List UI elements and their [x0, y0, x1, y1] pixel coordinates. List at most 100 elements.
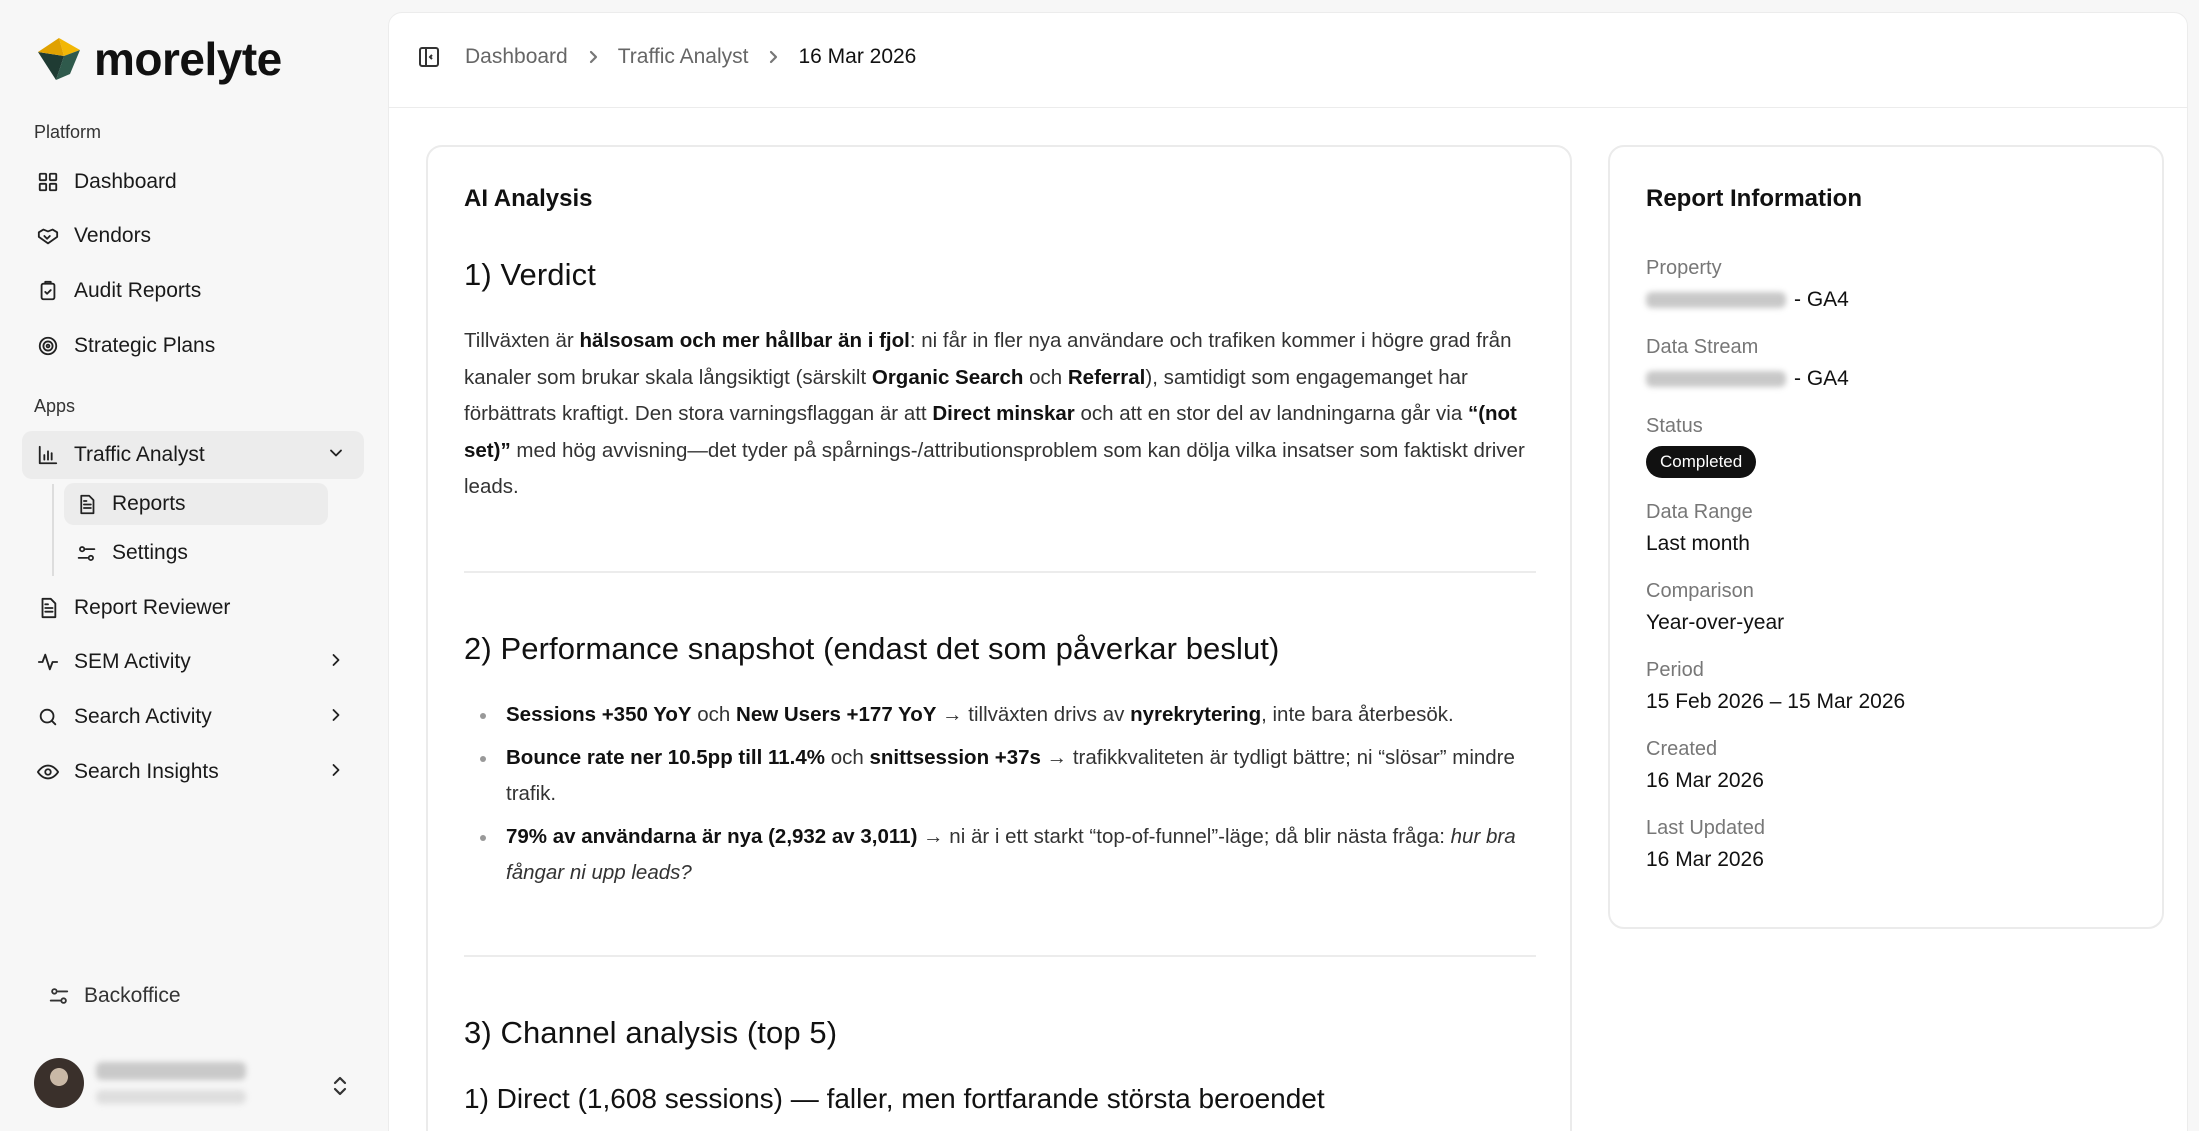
- breadcrumb: Dashboard Traffic Analyst 16 Mar 2026: [417, 45, 916, 69]
- search-icon: [36, 705, 60, 729]
- status-label: Status: [1646, 415, 1703, 437]
- breadcrumb-dashboard[interactable]: Dashboard: [465, 45, 568, 69]
- logo-text: morelyte: [94, 33, 282, 85]
- sidebar-item-search-insights[interactable]: Search Insights: [22, 748, 364, 796]
- period-field: Period 15 Feb 2026 – 15 Mar 2026: [1646, 659, 1905, 714]
- sidebar-subitem-label: Reports: [112, 492, 186, 515]
- ai-analysis-title: AI Analysis: [464, 185, 593, 212]
- platform-group-label: Platform: [34, 122, 102, 142]
- data-stream-label: Data Stream: [1646, 336, 1759, 358]
- activity-icon: [36, 650, 60, 674]
- created-label: Created: [1646, 738, 1718, 760]
- report-information-card: Report Information Property - GA4 Data S…: [1608, 145, 2164, 929]
- breadcrumb-current: 16 Mar 2026: [798, 45, 917, 68]
- created-value: 16 Mar 2026: [1646, 769, 1764, 792]
- sidebar-item-sem-activity[interactable]: SEM Activity: [22, 638, 364, 686]
- comparison-field: Comparison Year-over-year: [1646, 580, 1784, 635]
- sliders-icon: [49, 988, 69, 1004]
- document-icon: [74, 492, 98, 516]
- data-range-label: Data Range: [1646, 501, 1753, 523]
- chevron-right-icon: [586, 50, 600, 64]
- grid-icon: [36, 170, 60, 194]
- sidebar-item-label: Search Activity: [74, 705, 212, 728]
- backoffice-link[interactable]: Backoffice: [48, 984, 181, 1008]
- property-label: Property: [1646, 257, 1722, 279]
- chevron-right-icon[interactable]: [326, 760, 350, 784]
- list-item: Sessions +350 YoY och New Users +177 YoY…: [464, 697, 1544, 734]
- user-menu[interactable]: [34, 1058, 246, 1108]
- chevrons-up-down-icon[interactable]: [330, 1074, 350, 1103]
- chevron-right-icon: [766, 50, 780, 64]
- user-email-redacted: [96, 1090, 246, 1104]
- avatar: [34, 1058, 84, 1108]
- sidebar-item-label: Dashboard: [74, 170, 177, 193]
- redacted-text: [1646, 371, 1786, 387]
- comparison-label: Comparison: [1646, 580, 1754, 602]
- backoffice-label: Backoffice: [84, 984, 181, 1007]
- chevron-right-icon[interactable]: [326, 650, 350, 674]
- redacted-text: [1646, 292, 1786, 308]
- sidebar-item-label: Search Insights: [74, 760, 219, 783]
- list-item: Bounce rate ner 10.5pp till 11.4% och sn…: [464, 740, 1544, 813]
- sidebar-item-label: SEM Activity: [74, 650, 191, 673]
- sliders-icon: [74, 541, 98, 565]
- period-label: Period: [1646, 659, 1704, 681]
- status-field: Status Completed: [1646, 415, 1757, 478]
- verdict-heading: 1) Verdict: [464, 257, 596, 292]
- eye-icon: [36, 760, 60, 784]
- chevron-down-icon[interactable]: [326, 443, 350, 467]
- main-content: Dashboard Traffic Analyst 16 Mar 2026 AI…: [388, 12, 2188, 1131]
- property-value: - GA4: [1646, 288, 1849, 312]
- chevron-right-icon[interactable]: [326, 705, 350, 729]
- sidebar-item-label: Report Reviewer: [74, 596, 231, 619]
- bar-chart-icon: [36, 443, 60, 467]
- apps-group-label: Apps: [34, 396, 76, 416]
- section-divider: [464, 955, 1536, 957]
- sidebar-item-report-reviewer[interactable]: Report Reviewer: [22, 584, 364, 632]
- sidebar-subitem-reports[interactable]: Reports: [64, 483, 328, 525]
- sidebar-item-vendors[interactable]: Vendors: [22, 212, 364, 260]
- breadcrumb-traffic-analyst[interactable]: Traffic Analyst: [618, 45, 749, 69]
- user-name-redacted: [96, 1062, 246, 1080]
- section-divider: [464, 571, 1536, 573]
- status-badge: Completed: [1646, 446, 1757, 478]
- brand-logo[interactable]: morelyte: [34, 34, 282, 84]
- data-stream-suffix: - GA4: [1794, 367, 1849, 390]
- document-icon: [36, 596, 60, 620]
- clipboard-check-icon: [36, 279, 60, 303]
- last-updated-value: 16 Mar 2026: [1646, 848, 1764, 871]
- snapshot-heading: 2) Performance snapshot (endast det som …: [464, 631, 1280, 666]
- data-range-field: Data Range Last month: [1646, 501, 1753, 556]
- verdict-paragraph: Tillväxten är hälsosam och mer hållbar ä…: [464, 329, 1525, 498]
- target-icon: [36, 334, 60, 358]
- top-bar: Dashboard Traffic Analyst 16 Mar 2026: [389, 13, 2187, 108]
- last-updated-field: Last Updated 16 Mar 2026: [1646, 817, 1765, 872]
- sidebar-subitem-settings[interactable]: Settings: [64, 532, 328, 574]
- sidebar-subitem-label: Settings: [112, 541, 188, 564]
- report-information-title: Report Information: [1646, 185, 1862, 212]
- sidebar-item-label: Audit Reports: [74, 279, 202, 302]
- sidebar-item-label: Traffic Analyst: [74, 443, 205, 466]
- sidebar-item-label: Vendors: [74, 224, 152, 247]
- sidebar-item-audit-reports[interactable]: Audit Reports: [22, 267, 364, 315]
- toggle-sidebar-icon[interactable]: [417, 45, 441, 69]
- submenu-guide-line: [52, 484, 54, 576]
- period-value: 15 Feb 2026 – 15 Mar 2026: [1646, 690, 1906, 713]
- last-updated-label: Last Updated: [1646, 817, 1765, 839]
- morelyte-logo-icon: [38, 38, 80, 80]
- list-item: 79% av användarna är nya (2,932 av 3,011…: [464, 819, 1544, 892]
- created-field: Created 16 Mar 2026: [1646, 738, 1764, 793]
- data-stream-value: - GA4: [1646, 367, 1849, 391]
- data-stream-field: Data Stream - GA4: [1646, 336, 1849, 391]
- sidebar-item-dashboard[interactable]: Dashboard: [22, 158, 364, 206]
- sidebar-item-traffic-analyst[interactable]: Traffic Analyst: [22, 431, 364, 479]
- property-field: Property - GA4: [1646, 257, 1849, 312]
- sidebar: morelyte Platform Dashboard Vendors Audi…: [0, 0, 388, 1131]
- property-suffix: - GA4: [1794, 288, 1849, 311]
- sidebar-item-search-activity[interactable]: Search Activity: [22, 693, 364, 741]
- data-range-value: Last month: [1646, 532, 1750, 555]
- comparison-value: Year-over-year: [1646, 611, 1785, 634]
- sidebar-item-strategic-plans[interactable]: Strategic Plans: [22, 322, 364, 370]
- channel-heading: 3) Channel analysis (top 5): [464, 1015, 838, 1050]
- user-info-redacted: [96, 1062, 246, 1104]
